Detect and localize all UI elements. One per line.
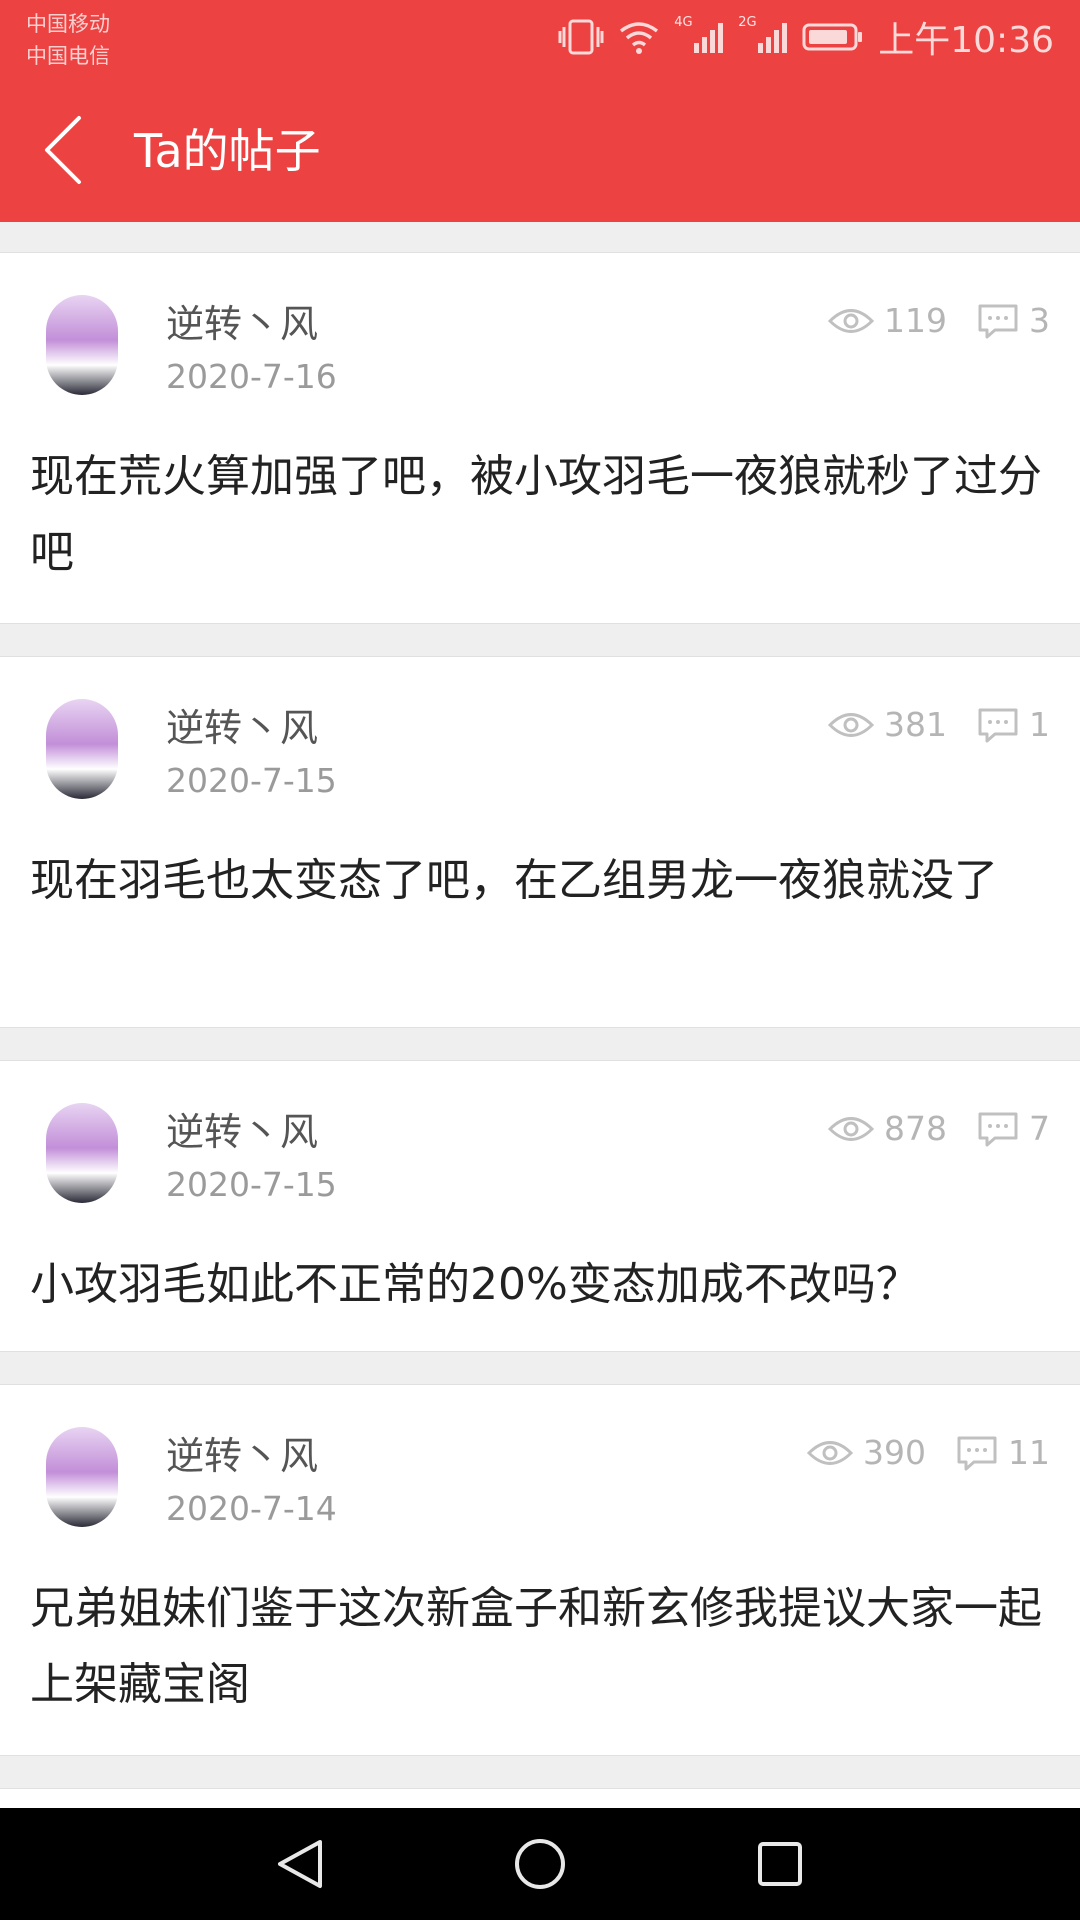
eye-icon [807, 1440, 853, 1465]
back-button[interactable] [28, 108, 98, 192]
signal-4g-icon: 4G [674, 15, 724, 55]
post-content[interactable]: 小攻羽毛如此不正常的20%变态加成不改吗？ [30, 1247, 1054, 1323]
status-icons: 4G 2G 上午10:36 [558, 12, 1054, 62]
nav-recents-button[interactable] [660, 1808, 900, 1920]
post-card[interactable]: 逆转丶风 2020-7-15 878 7 小攻羽毛如此不正常的20%变态加成不改… [0, 1060, 1080, 1352]
post-card[interactable]: 逆转丶风 2020-7-14 390 11 兄弟姐妹们鉴于这次新盒子和新玄修我提… [0, 1384, 1080, 1756]
avatar[interactable] [46, 1427, 118, 1527]
view-count: 119 [884, 301, 947, 340]
comment-count: 3 [1029, 301, 1050, 340]
post-author[interactable]: 逆转丶风 [166, 1431, 318, 1481]
home-circle-icon [515, 1839, 565, 1889]
carrier-info: 中国移动 中国电信 [26, 8, 110, 72]
post-author[interactable]: 逆转丶风 [166, 1107, 318, 1157]
post-date: 2020-7-14 [166, 1489, 337, 1528]
view-count: 878 [884, 1109, 947, 1148]
avatar[interactable] [46, 295, 118, 395]
signal-2g-icon: 2G [738, 15, 788, 55]
carrier-1: 中国移动 [26, 12, 110, 36]
eye-icon [828, 712, 874, 737]
post-card[interactable]: 逆转丶风 2020-7-15 381 1 现在羽毛也太变态了吧，在乙组男龙一夜狼… [0, 656, 1080, 1028]
comment-icon [978, 1112, 1018, 1146]
post-date: 2020-7-15 [166, 1165, 337, 1204]
network-label-1: 4G [674, 15, 693, 30]
wifi-icon [618, 19, 660, 55]
app-header: Ta的帖子 [0, 78, 1080, 222]
post-card[interactable]: 逆转丶风 2020-7-16 119 3 现在荒火算加强了吧，被小攻羽毛一夜狼就… [0, 252, 1080, 624]
comment-icon [957, 1436, 997, 1470]
battery-icon [802, 22, 864, 52]
post-content[interactable]: 现在荒火算加强了吧，被小攻羽毛一夜狼就秒了过分吧 [30, 439, 1054, 591]
status-time: 上午10:36 [878, 20, 1054, 61]
post-stats: 381 1 [828, 705, 1050, 744]
post-date: 2020-7-16 [166, 357, 337, 396]
comment-icon [978, 708, 1018, 742]
recents-square-icon [758, 1842, 802, 1886]
post-stats: 119 3 [828, 301, 1050, 340]
back-triangle-icon [278, 1840, 322, 1888]
system-nav-bar [0, 1808, 1080, 1920]
post-stats: 390 11 [807, 1433, 1050, 1472]
post-author[interactable]: 逆转丶风 [166, 703, 318, 753]
post-content[interactable]: 现在羽毛也太变态了吧，在乙组男龙一夜狼就没了 [30, 843, 1054, 919]
nav-home-button[interactable] [420, 1808, 660, 1920]
post-list: 逆转丶风 2020-7-16 119 3 现在荒火算加强了吧，被小攻羽毛一夜狼就… [0, 222, 1080, 1870]
status-bar: 中国移动 中国电信 4G 2G 上午10:36 [0, 0, 1080, 78]
post-date: 2020-7-15 [166, 761, 337, 800]
view-count: 381 [884, 705, 947, 744]
view-count: 390 [863, 1433, 926, 1472]
post-content[interactable]: 兄弟姐妹们鉴于这次新盒子和新玄修我提议大家一起上架藏宝阁 [30, 1571, 1054, 1723]
comment-icon [978, 304, 1018, 338]
comment-count: 7 [1029, 1109, 1050, 1148]
vibrate-icon [558, 17, 604, 57]
avatar[interactable] [46, 1103, 118, 1203]
post-stats: 878 7 [828, 1109, 1050, 1148]
post-author[interactable]: 逆转丶风 [166, 299, 318, 349]
nav-back-button[interactable] [180, 1808, 420, 1920]
comment-count: 11 [1008, 1433, 1050, 1472]
eye-icon [828, 308, 874, 333]
avatar[interactable] [46, 699, 118, 799]
carrier-2: 中国电信 [26, 44, 110, 68]
network-label-2: 2G [738, 15, 757, 30]
eye-icon [828, 1116, 874, 1141]
chevron-left-icon [45, 116, 81, 184]
page-title: Ta的帖子 [134, 124, 321, 178]
comment-count: 1 [1029, 705, 1050, 744]
